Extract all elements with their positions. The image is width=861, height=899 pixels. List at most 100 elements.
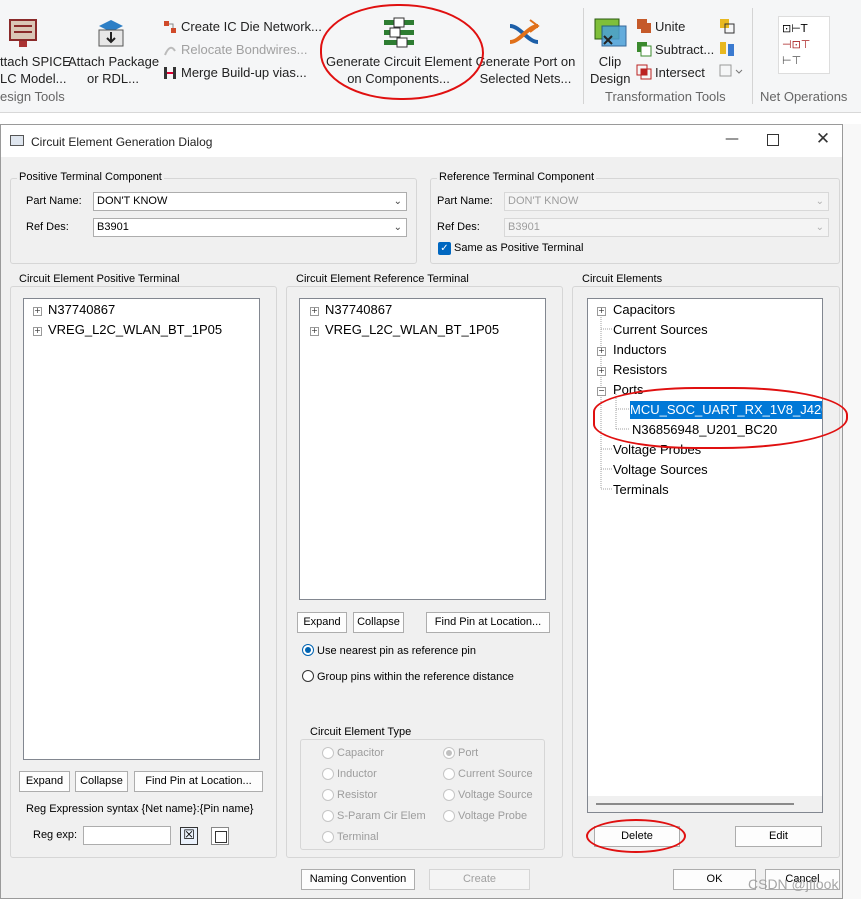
- clip-design-button[interactable]: Clip Design: [590, 53, 630, 87]
- reg-expression-syntax: Reg Expression syntax {Net name}:{Pin na…: [26, 803, 254, 815]
- positive-find-pin-button[interactable]: Find Pin at Location...: [134, 771, 263, 792]
- reg-exp-label: Reg exp:: [33, 829, 78, 841]
- expand-plus-icon[interactable]: +: [597, 367, 606, 376]
- circuit-elements-tree[interactable]: + Capacitors Current Sources + Inductors…: [587, 298, 823, 813]
- positive-expand-button[interactable]: Expand: [19, 771, 70, 792]
- naming-convention-button[interactable]: Naming Convention: [301, 869, 415, 890]
- reference-part-name-label: Part Name:: [437, 195, 493, 207]
- generate-port-button[interactable]: Generate Port on Selected Nets...: [468, 53, 583, 87]
- small-tool-1-icon[interactable]: [718, 17, 736, 35]
- create-button[interactable]: Create: [429, 869, 530, 890]
- subtract-button[interactable]: Subtract...: [655, 42, 714, 57]
- create-ic-die-button[interactable]: Create IC Die Network...: [181, 19, 322, 34]
- intersect-button[interactable]: Intersect: [655, 65, 705, 80]
- tree-item-inductors[interactable]: Inductors: [613, 341, 666, 359]
- tree-item-voltage-sources[interactable]: Voltage Sources: [613, 461, 708, 479]
- radio-nearest-pin-label: Use nearest pin as reference pin: [317, 645, 476, 657]
- positive-collapse-button[interactable]: Collapse: [75, 771, 128, 792]
- minimize-button[interactable]: —: [721, 131, 743, 151]
- positive-ref-des-combo[interactable]: B3901 ⌄: [93, 218, 407, 237]
- expand-plus-icon[interactable]: +: [310, 307, 319, 316]
- tree-item[interactable]: VREG_L2C_WLAN_BT_1P05: [48, 321, 222, 339]
- circuit-elements-legend: Circuit Elements: [580, 273, 665, 285]
- dialog-title: Circuit Element Generation Dialog: [31, 135, 213, 149]
- tree-item[interactable]: VREG_L2C_WLAN_BT_1P05: [325, 321, 499, 339]
- small-tool-3-icon[interactable]: [718, 62, 744, 80]
- generate-port-icon[interactable]: [508, 18, 540, 50]
- expand-plus-icon[interactable]: +: [597, 347, 606, 356]
- reference-find-pin-button[interactable]: Find Pin at Location...: [426, 612, 550, 633]
- type-current-source-label: Current Source: [458, 768, 533, 780]
- type-sparam-radio[interactable]: [322, 810, 334, 822]
- positive-part-name-combo[interactable]: DON'T KNOW ⌄: [93, 192, 407, 211]
- reference-ref-des-combo[interactable]: B3901 ⌄: [504, 218, 829, 237]
- edit-button[interactable]: Edit: [735, 826, 822, 847]
- relocate-bondwires-button[interactable]: Relocate Bondwires...: [181, 42, 307, 57]
- type-capacitor-radio[interactable]: [322, 747, 334, 759]
- tree-item-terminals[interactable]: Terminals: [613, 481, 669, 499]
- same-as-positive-label: Same as Positive Terminal: [454, 242, 584, 254]
- type-voltage-source-radio[interactable]: [443, 789, 455, 801]
- expand-plus-icon[interactable]: +: [310, 327, 319, 336]
- positive-terminal-component-legend: Positive Terminal Component: [17, 171, 164, 183]
- type-voltage-probe-label: Voltage Probe: [458, 810, 528, 822]
- chevron-down-icon: ⌄: [815, 196, 824, 207]
- tree-item[interactable]: N37740867: [48, 301, 115, 319]
- expand-plus-icon[interactable]: +: [33, 307, 42, 316]
- reference-expand-button[interactable]: Expand: [297, 612, 347, 633]
- svg-text:⊢⊤: ⊢⊤: [782, 54, 801, 67]
- close-button[interactable]: ✕: [813, 129, 833, 151]
- expand-plus-icon[interactable]: +: [597, 307, 606, 316]
- type-inductor-radio[interactable]: [322, 768, 334, 780]
- positive-terminal-legend: Circuit Element Positive Terminal: [17, 273, 182, 285]
- net-operations-icon[interactable]: ⊡⊢T ⊣⊡⊤ ⊢⊤: [778, 16, 830, 74]
- group-label-design-tools: esign Tools: [0, 89, 65, 104]
- reference-terminal-component-legend: Reference Terminal Component: [437, 171, 597, 183]
- same-as-positive-checkbox[interactable]: ✓: [438, 242, 451, 255]
- horizontal-scrollbar[interactable]: [588, 796, 822, 812]
- dialog-title-bar[interactable]: Circuit Element Generation Dialog — ✕: [1, 125, 842, 157]
- reg-exp-square-icon[interactable]: [211, 827, 229, 845]
- design-canvas-right: [843, 124, 861, 899]
- tree-item-current-sources[interactable]: Current Sources: [613, 321, 708, 339]
- reg-exp-input[interactable]: [83, 826, 171, 845]
- type-port-radio[interactable]: [443, 747, 455, 759]
- type-terminal-label: Terminal: [337, 831, 379, 843]
- attach-spice-label[interactable]: ttach SPICE LC Model...: [0, 53, 71, 87]
- reference-part-name-combo[interactable]: DON'T KNOW ⌄: [504, 192, 829, 211]
- positive-terminal-tree[interactable]: + N37740867 + VREG_L2C_WLAN_BT_1P05: [23, 298, 260, 760]
- reg-exp-clear-icon[interactable]: ☒: [180, 827, 198, 845]
- unite-button[interactable]: Unite: [655, 19, 685, 34]
- annotation-circle-delete: [586, 819, 686, 853]
- type-sparam-label: S-Param Cir Elem: [337, 810, 426, 822]
- circuit-element-dialog: Circuit Element Generation Dialog — ✕ Po…: [0, 124, 848, 899]
- type-voltage-probe-radio[interactable]: [443, 810, 455, 822]
- svg-text:⊣⊡⊤: ⊣⊡⊤: [782, 38, 810, 51]
- type-resistor-radio[interactable]: [322, 789, 334, 801]
- attach-package-icon[interactable]: [95, 16, 127, 50]
- attach-spice-icon[interactable]: [8, 16, 38, 50]
- positive-ref-des-label: Ref Des:: [26, 221, 69, 233]
- type-capacitor-label: Capacitor: [337, 747, 385, 759]
- radio-group-pins[interactable]: [302, 670, 314, 682]
- small-tool-2-icon[interactable]: [718, 40, 736, 58]
- ok-button[interactable]: OK: [673, 869, 756, 890]
- group-label-transformation-tools: Transformation Tools: [605, 89, 726, 104]
- tree-item-resistors[interactable]: Resistors: [613, 361, 667, 379]
- merge-buildup-icon: [163, 66, 177, 80]
- clip-design-icon[interactable]: [594, 18, 628, 50]
- annotation-circle-ports: [593, 387, 848, 449]
- tree-item[interactable]: N37740867: [325, 301, 392, 319]
- expand-plus-icon[interactable]: +: [33, 327, 42, 336]
- tree-item-capacitors[interactable]: Capacitors: [613, 301, 675, 319]
- type-current-source-radio[interactable]: [443, 768, 455, 780]
- attach-package-label[interactable]: Attach Package or RDL...: [68, 53, 159, 87]
- collapse-minus-icon[interactable]: −: [597, 387, 606, 396]
- merge-buildup-button[interactable]: Merge Build-up vias...: [181, 65, 307, 80]
- maximize-button[interactable]: [767, 134, 779, 146]
- type-terminal-radio[interactable]: [322, 831, 334, 843]
- reference-collapse-button[interactable]: Collapse: [353, 612, 404, 633]
- type-inductor-label: Inductor: [337, 768, 377, 780]
- radio-nearest-pin[interactable]: [302, 644, 314, 656]
- reference-terminal-tree[interactable]: + N37740867 + VREG_L2C_WLAN_BT_1P05: [299, 298, 546, 600]
